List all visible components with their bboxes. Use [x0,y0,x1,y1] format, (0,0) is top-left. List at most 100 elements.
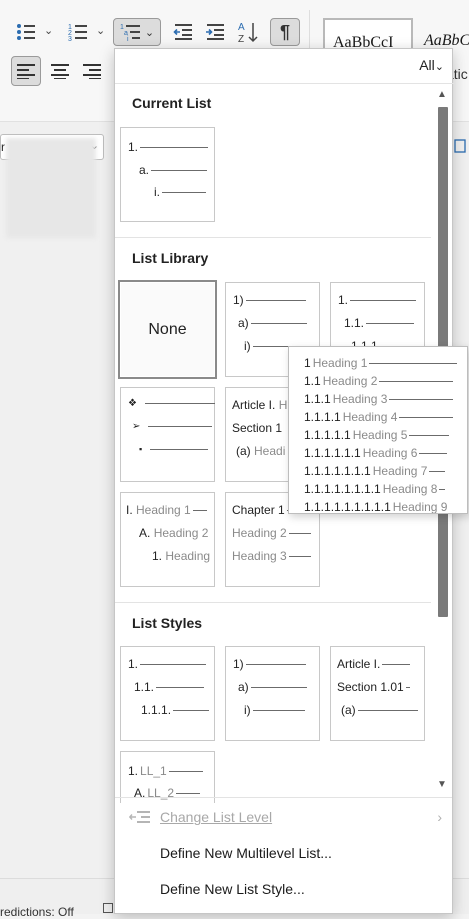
preview-row: 1.1 Heading 2 [304,374,454,388]
sort-icon: A Z [238,22,258,44]
filter-chevron-icon: ⌄ [434,61,444,73]
tile-line: 1) [233,657,306,671]
none-label: None [148,320,187,338]
numbering-icon: 1 2 3 [68,24,87,42]
section-list-styles: List Styles [132,615,203,631]
heading-preview-popup: 1 Heading 1 1.1 Heading 2 1.1.1 Heading 3 1… [288,346,468,514]
decrease-indent-icon [173,24,192,40]
align-center-button[interactable] [46,56,74,86]
list-style-decimal-tile[interactable]: 1. 1.1. 1.1.1. [120,646,215,741]
tile-line: i) [244,703,305,717]
tile-line: 1. [128,140,209,154]
tile-line: ▪ [139,444,209,454]
filter-label: All [419,57,435,73]
tile-line: 1. Heading [152,549,211,563]
multilevel-chevron-icon: ⌄ [144,26,155,39]
bullets-icon [17,24,35,40]
increase-indent-icon [206,24,224,40]
divider [115,83,454,84]
tile-line: 1. LL_1 [128,764,203,778]
preview-row: 1.1.1.1.1.1.1.1.1 Heading 9 [304,500,448,514]
svg-text:3: 3 [68,36,72,42]
section-list-library: List Library [132,250,209,266]
filter-dropdown[interactable]: All⌄ [419,57,444,73]
tile-line: 1. [338,293,417,307]
show-formatting-button[interactable]: ¶ [270,18,300,46]
tile-line: Section 1 [232,421,283,435]
tile-line: 1) [233,293,306,307]
tile-line: A. Heading 2 [139,526,209,540]
style-no-spacing-preview: AaBbC [424,32,469,49]
list-style-paren-tile[interactable]: 1) a) i) [225,646,320,741]
list-library-bullets-tile[interactable]: ❖ ➢ ▪ [120,387,215,482]
section-current-list: Current List [132,95,212,111]
tile-line: I. Heading 1 [126,503,207,517]
submenu-arrow-icon: › [437,809,442,825]
define-list-style-label: Define New List Style... [160,881,305,897]
tile-line: 1.1. [344,316,415,330]
define-multilevel-list-item[interactable]: Define New Multilevel List... [115,836,452,870]
tile-line: 1.1.1. [141,703,210,717]
page-thumbnail [6,138,96,238]
list-library-roman-headings-tile[interactable]: I. Heading 1 A. Heading 2 1. Heading [120,492,215,587]
preview-row: 1.1.1.1 Heading 4 [304,410,454,424]
svg-text:i: i [127,36,129,42]
tile-line: i. [154,185,206,199]
replace-icon[interactable] [454,138,468,156]
align-left-button[interactable] [11,56,41,86]
preview-row: 1.1.1 Heading 3 [304,392,454,406]
bullets-button[interactable] [12,20,40,44]
increase-indent-button[interactable] [202,20,228,44]
align-right-button[interactable] [78,56,106,86]
tile-line: (a) Headi [236,444,286,458]
svg-text:A: A [238,22,245,33]
preview-row: 1.1.1.1.1.1 Heading 6 [304,446,448,460]
list-library-none-tile[interactable]: None [118,280,217,379]
numbering-button[interactable]: 1 2 3 [64,20,92,44]
list-style-article-tile[interactable]: Article I. Section 1.01 (a) [330,646,425,741]
sort-button[interactable]: A Z [234,18,262,46]
font-name-value: r [1,140,5,154]
preview-row: 1.1.1.1.1.1.1.1 Heading 8 [304,482,446,496]
tile-line: Section 1.01 [337,680,410,694]
change-list-level-item[interactable]: Change List Level › [115,800,452,834]
align-center-icon [51,64,69,79]
divider [115,237,431,238]
define-multilevel-list-label: Define New Multilevel List... [160,845,332,861]
tile-line: Heading 2 [232,526,311,540]
multilevel-list-button[interactable]: 1 a i ⌄ [113,18,161,46]
show-formatting-icon: ¶ [279,21,290,42]
numbering-chevron-icon[interactable]: ⌄ [96,24,105,37]
tile-line: a) [238,680,307,694]
tile-line: Article I. H [232,398,288,412]
preview-row: 1.1.1.1.1.1.1 Heading 7 [304,464,446,478]
change-level-icon [129,811,150,823]
focus-icon[interactable] [103,903,113,913]
tile-line: a. [139,163,208,177]
preview-row: 1.1.1.1.1 Heading 5 [304,428,450,442]
svg-text:Z: Z [238,34,244,44]
bullets-chevron-icon[interactable]: ⌄ [44,24,53,37]
tile-line: Article I. [337,657,411,671]
list-style-ll-tile[interactable]: 1. LL_1 A. LL_2 [120,751,215,803]
tile-line: (a) [341,703,418,717]
tile-line: Heading 3 [232,549,311,563]
scroll-down-icon[interactable]: ▼ [437,779,447,790]
text-predictions-status[interactable]: redictions: Off [0,905,74,919]
tile-line: 1.1. [134,680,205,694]
align-right-icon [83,64,101,79]
decrease-indent-button[interactable] [170,20,196,44]
define-list-style-item[interactable]: Define New List Style... [115,872,452,906]
multilevel-list-icon: 1 a i [120,24,140,42]
preview-row: 1 Heading 1 [304,356,458,370]
scroll-up-icon[interactable]: ▲ [437,89,447,100]
change-list-level-label: Change List Level [160,809,273,825]
current-list-tile[interactable]: 1. a. i. [120,127,215,222]
align-left-icon [17,64,35,79]
divider [115,602,431,603]
tile-line: ➢ [132,421,213,432]
tile-line: 1. [128,657,207,671]
tile-line: a) [238,316,307,330]
divider [115,797,452,798]
tile-line: ❖ [128,398,215,409]
